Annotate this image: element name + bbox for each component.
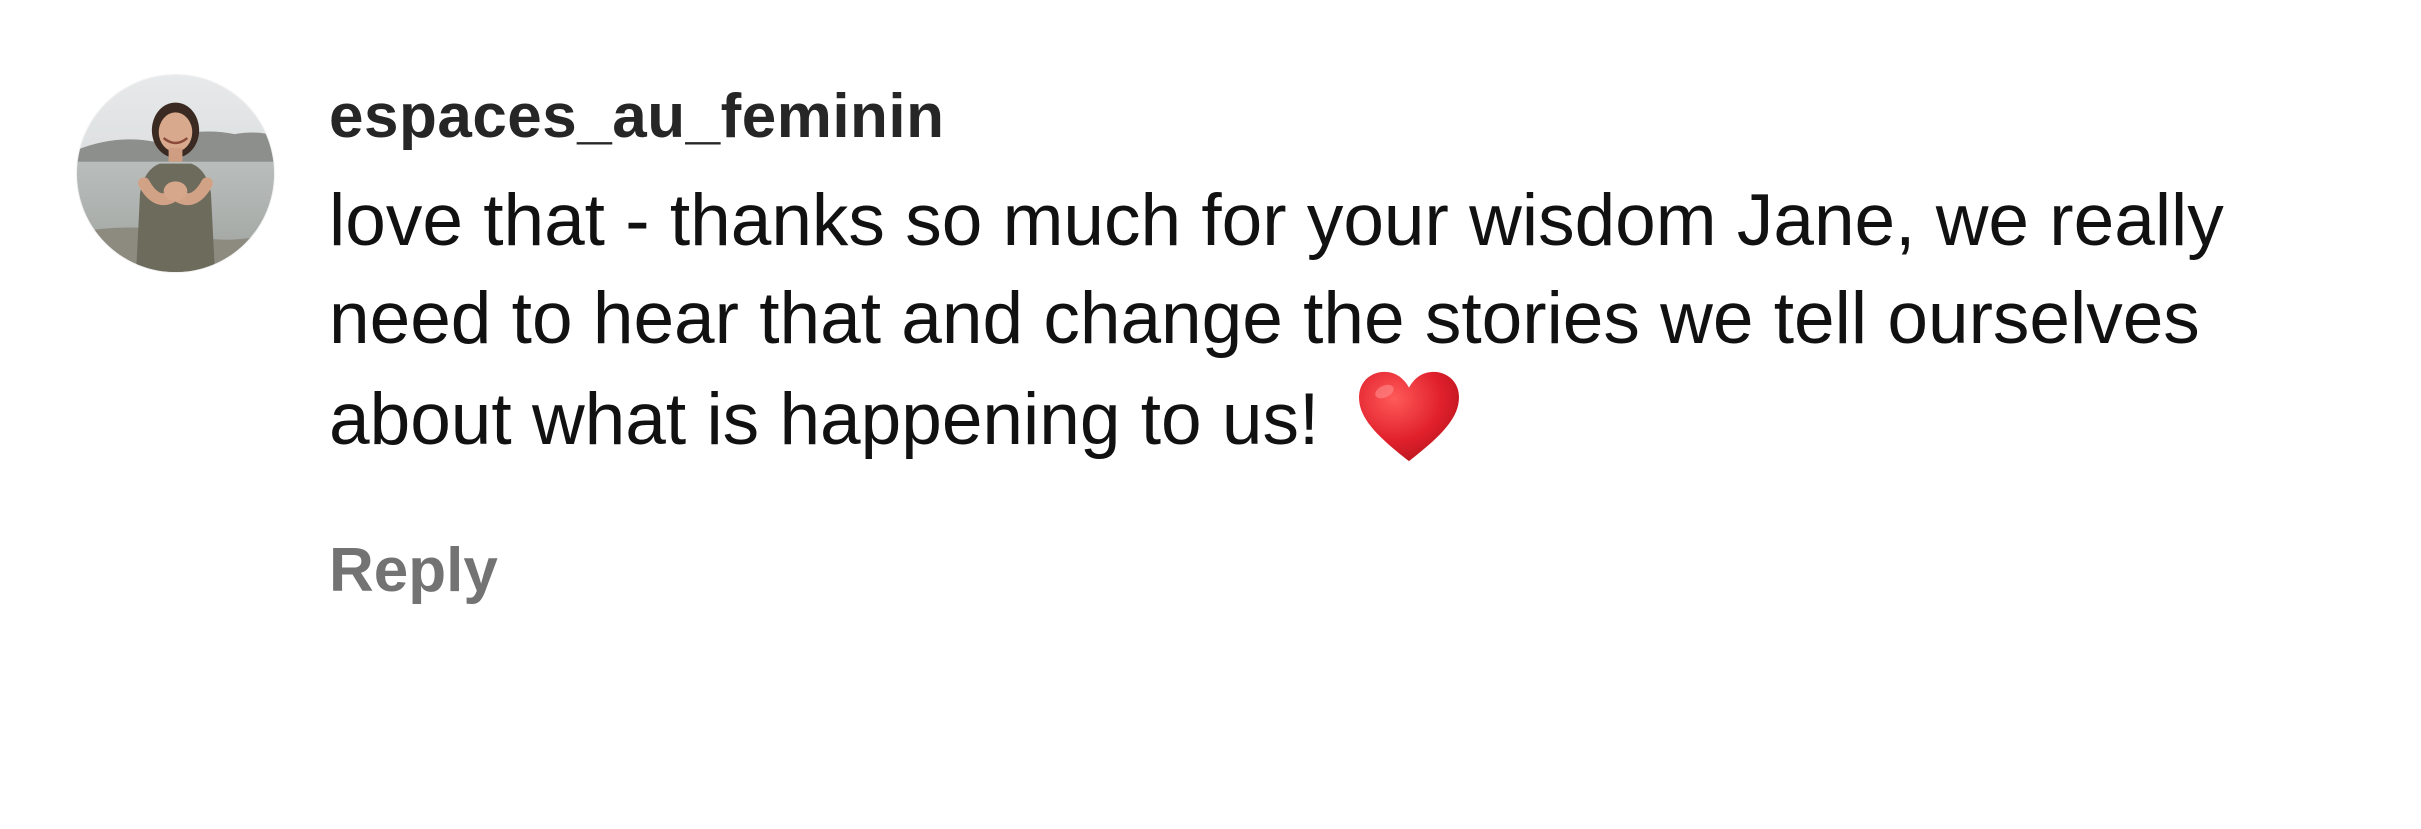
avatar-photo xyxy=(77,75,274,272)
red-heart-icon xyxy=(1355,368,1463,466)
reply-button[interactable]: Reply xyxy=(329,531,498,611)
comment: espaces_au_feminin love that - thanks so… xyxy=(0,0,2421,829)
comment-username[interactable]: espaces_au_feminin xyxy=(329,70,2389,164)
comment-content: espaces_au_feminin love that - thanks so… xyxy=(329,70,2389,611)
avatar[interactable] xyxy=(77,75,274,272)
comment-text-body: love that - thanks so much for your wisd… xyxy=(329,180,2224,460)
comment-text: love that - thanks so much for your wisd… xyxy=(329,172,2389,469)
